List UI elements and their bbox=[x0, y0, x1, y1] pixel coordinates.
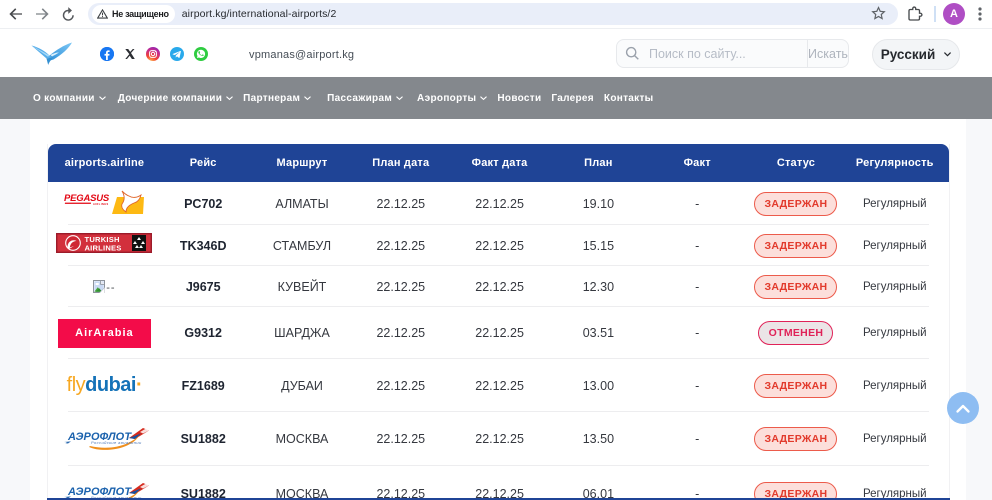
svg-text:Российские авиалинии: Российские авиалинии bbox=[91, 439, 142, 444]
svg-text:AIRLINES: AIRLINES bbox=[85, 244, 122, 253]
svg-text:AIRLINES: AIRLINES bbox=[93, 203, 109, 206]
